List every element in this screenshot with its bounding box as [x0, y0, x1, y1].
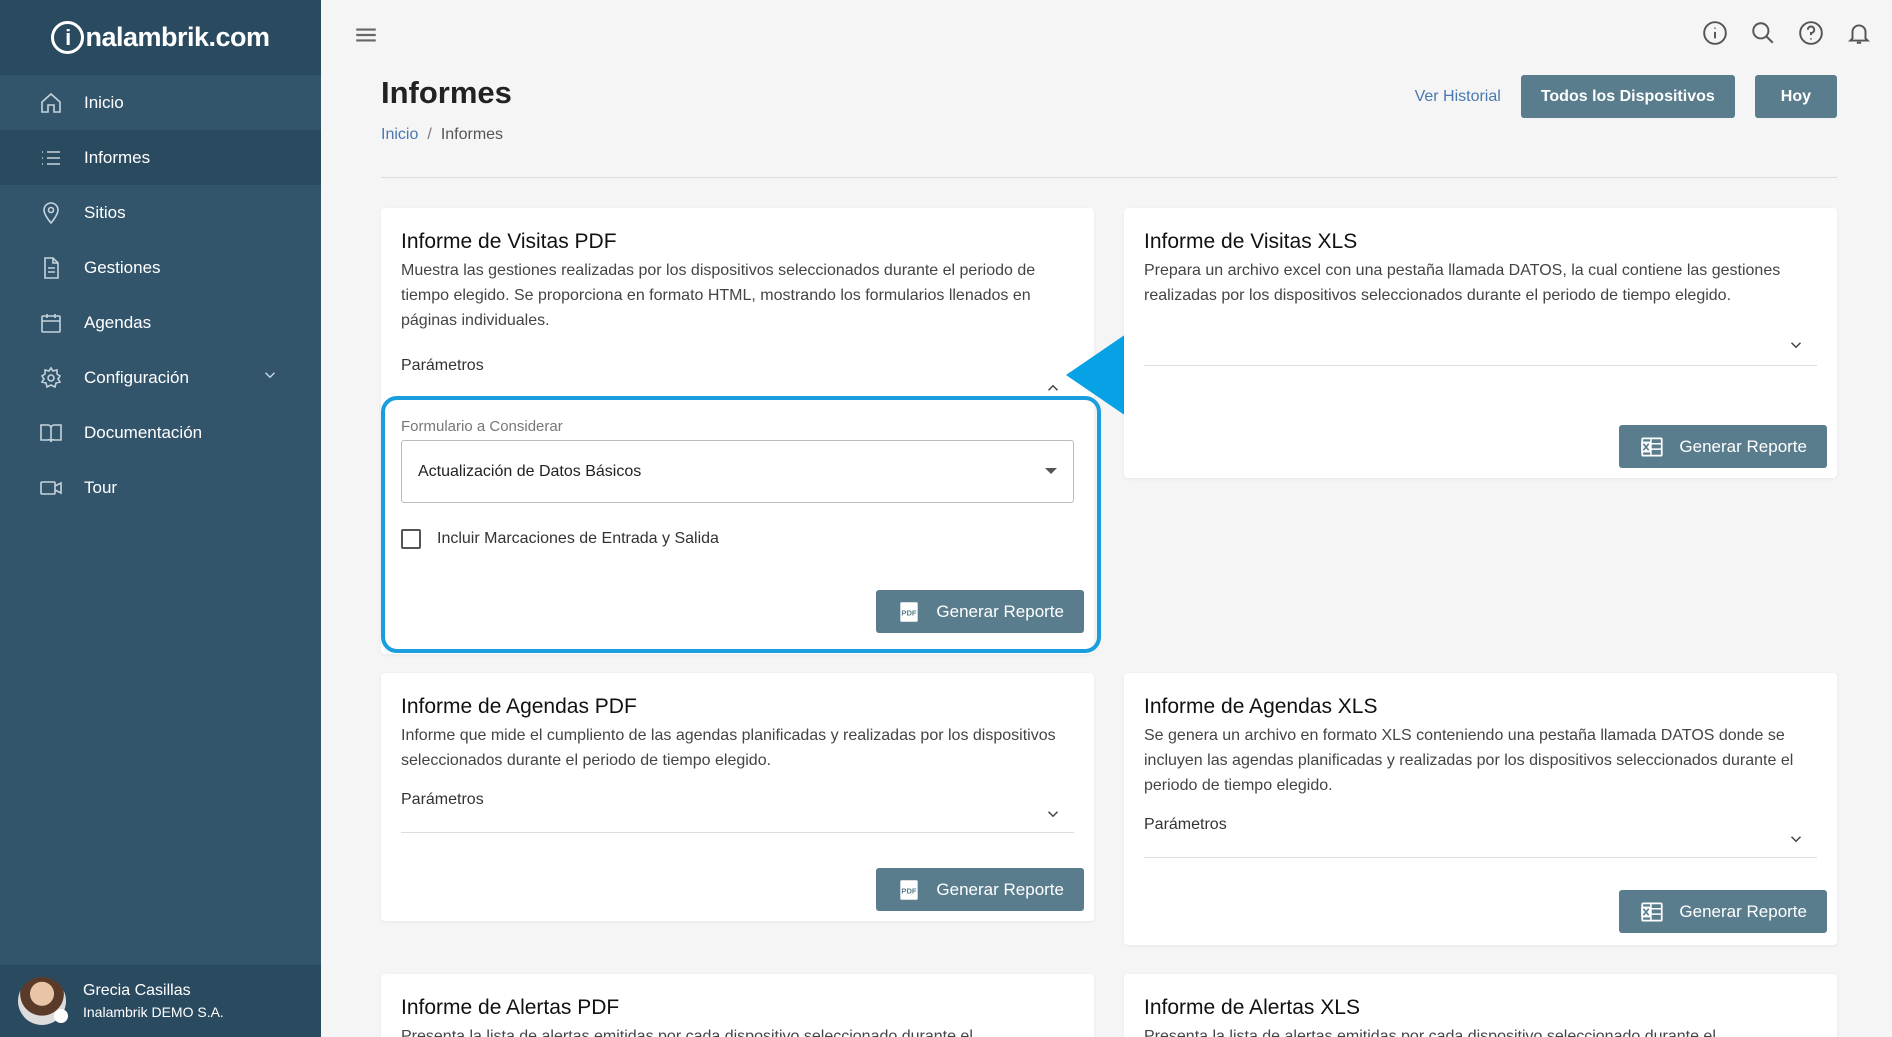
button-label: Generar Reporte [1679, 901, 1807, 921]
form-select-value: Actualización de Datos Básicos [418, 462, 642, 480]
card-agendas-xls: Informe de Agendas XLS Se genera un arch… [1124, 673, 1837, 945]
video-icon [38, 475, 64, 501]
sidebar-item-label: Inicio [84, 92, 124, 112]
card-description: Presenta la lista de alertas emitidas po… [1144, 1028, 1716, 1037]
chevron-up-icon[interactable] [1044, 379, 1062, 397]
user-name: Grecia Casillas [83, 982, 191, 999]
location-pin-icon [38, 200, 64, 226]
status-dot [54, 1009, 68, 1023]
sidebar-item-label: Configuración [84, 367, 189, 387]
sidebar-nav: Inicio Informes Sitios Gestiones Agendas… [0, 75, 321, 515]
sidebar-item-informes[interactable]: Informes [0, 130, 321, 185]
card-title: Informe de Agendas PDF [401, 695, 637, 718]
button-label: Generar Reporte [1679, 436, 1807, 456]
list-icon [38, 145, 64, 171]
topbar [321, 0, 1892, 70]
info-icon[interactable] [1702, 20, 1728, 51]
form-select[interactable]: Actualización de Datos Básicos [401, 440, 1074, 503]
params-toggle[interactable]: Parámetros [1144, 816, 1817, 858]
generate-xls-button[interactable]: Generar Reporte [1619, 425, 1827, 468]
calendar-icon [38, 310, 64, 336]
sidebar-item-label: Agendas [84, 312, 152, 332]
card-description: Se genera un archivo en formato XLS cont… [1144, 727, 1794, 794]
card-title: Informe de Visitas PDF [401, 230, 617, 253]
params-toggle[interactable]: Parámetros [401, 791, 1074, 833]
sidebar-item-label: Sitios [84, 202, 126, 222]
avatar [18, 977, 68, 1025]
form-field-label: Formulario a Considerar [401, 418, 563, 435]
sidebar-item-label: Gestiones [84, 257, 161, 277]
card-description: Informe que mide el cumpliento de las ag… [401, 727, 1056, 769]
user-profile[interactable]: Grecia Casillas Inalambrik DEMO S.A. [0, 965, 321, 1037]
card-alertas-pdf: Informe de Alertas PDF Presenta la lista… [381, 974, 1094, 1037]
chevron-down-icon[interactable] [1787, 830, 1805, 848]
header-actions: Ver Historial Todos los Dispositivos Hoy [1415, 75, 1837, 118]
params-toggle[interactable] [1144, 326, 1817, 366]
card-agendas-pdf: Informe de Agendas PDF Informe que mide … [381, 673, 1094, 921]
sidebar-item-label: Tour [84, 477, 118, 497]
card-alertas-xls: Informe de Alertas XLS Presenta la lista… [1124, 974, 1837, 1037]
card-title: Informe de Agendas XLS [1144, 695, 1378, 718]
brand-logo-mark: i [51, 21, 85, 54]
excel-file-icon [1641, 436, 1664, 457]
sidebar-item-inicio[interactable]: Inicio [0, 75, 321, 130]
params-label: Parámetros [401, 357, 484, 374]
card-title: Informe de Alertas PDF [401, 996, 620, 1019]
card-title: Informe de Visitas XLS [1144, 230, 1358, 253]
home-icon [38, 90, 64, 116]
chevron-down-icon [261, 366, 279, 389]
topbar-icons [1702, 20, 1872, 51]
sidebar-item-documentacion[interactable]: Documentación [0, 405, 321, 460]
brand-name: nalambrik.com [85, 22, 270, 52]
breadcrumb-current: Informes [440, 126, 504, 143]
today-button[interactable]: Hoy [1754, 75, 1837, 118]
card-description: Prepara un archivo excel con una pestaña… [1144, 262, 1781, 304]
chevron-down-icon[interactable] [1787, 336, 1805, 354]
gear-icon [38, 365, 64, 391]
document-icon [38, 255, 64, 281]
sidebar-item-agendas[interactable]: Agendas [0, 295, 321, 350]
header-divider [381, 177, 1837, 178]
card-description: Presenta la lista de alertas emitidas po… [401, 1028, 973, 1037]
bell-icon[interactable] [1846, 20, 1872, 51]
excel-file-icon [1641, 901, 1664, 922]
all-devices-button[interactable]: Todos los Dispositivos [1520, 75, 1735, 118]
breadcrumb-home[interactable]: Inicio [381, 126, 418, 143]
include-checkins-checkbox[interactable] [401, 529, 421, 549]
menu-icon[interactable] [353, 22, 379, 48]
brand-logo[interactable]: i nalambrik.com [0, 0, 321, 75]
history-link[interactable]: Ver Historial [1415, 88, 1501, 106]
sidebar-item-gestiones[interactable]: Gestiones [0, 240, 321, 295]
include-checkins-row[interactable]: Incluir Marcaciones de Entrada y Salida [401, 529, 719, 549]
user-org: Inalambrik DEMO S.A. [83, 1004, 224, 1020]
search-icon[interactable] [1750, 20, 1776, 51]
book-icon [38, 420, 64, 446]
chevron-down-icon[interactable] [1044, 805, 1062, 823]
breadcrumb: Inicio / Informes [381, 126, 503, 144]
card-description: Muestra las gestiones realizadas por los… [401, 262, 1036, 329]
generate-pdf-button[interactable]: PDF Generar Reporte [876, 868, 1084, 911]
sidebar-item-label: Documentación [84, 422, 203, 442]
params-label: Parámetros [401, 791, 484, 808]
button-label: Generar Reporte [936, 879, 1064, 899]
sidebar-item-configuracion[interactable]: Configuración [0, 350, 321, 405]
help-icon[interactable] [1798, 20, 1824, 51]
card-visitas-xls: Informe de Visitas XLS Prepara un archiv… [1124, 208, 1837, 478]
params-toggle[interactable]: Parámetros [401, 357, 1074, 395]
svg-text:PDF: PDF [902, 886, 918, 895]
sidebar-item-sitios[interactable]: Sitios [0, 185, 321, 240]
pdf-file-icon: PDF [900, 879, 919, 900]
checkbox-label: Incluir Marcaciones de Entrada y Salida [437, 530, 719, 547]
card-title: Informe de Alertas XLS [1144, 996, 1360, 1019]
breadcrumb-separator: / [427, 126, 432, 143]
caret-down-icon [1045, 468, 1057, 474]
params-label: Parámetros [1144, 816, 1227, 833]
page-title: Informes [381, 75, 512, 110]
generate-xls-button[interactable]: Generar Reporte [1619, 890, 1827, 933]
sidebar-item-label: Informes [84, 147, 151, 167]
sidebar-item-tour[interactable]: Tour [0, 460, 321, 515]
sidebar: i nalambrik.com Inicio Informes Sitios Ge… [0, 0, 321, 1037]
